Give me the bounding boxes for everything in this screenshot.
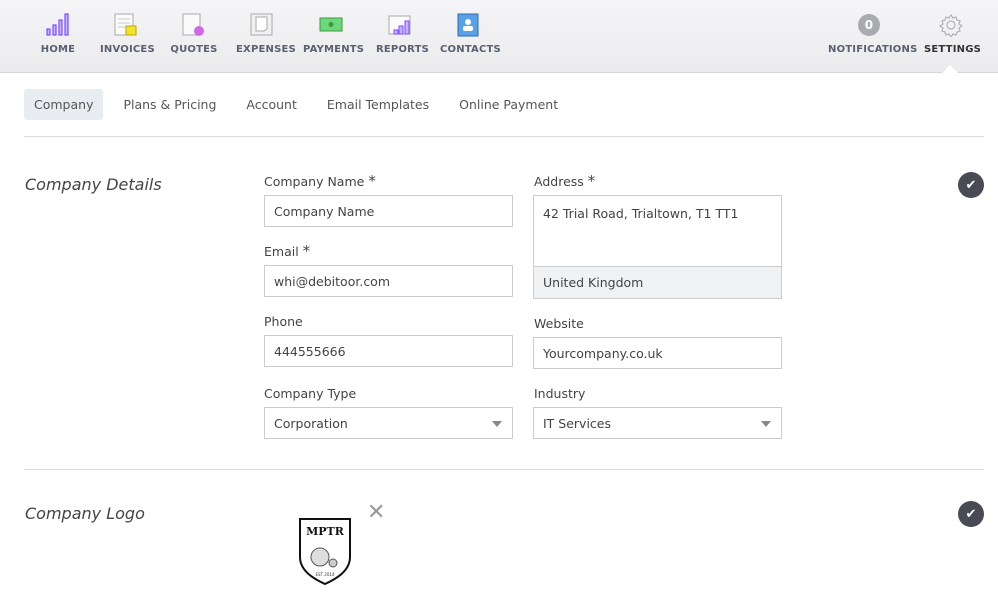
nav-payments[interactable]: PAYMENTS	[303, 12, 364, 55]
active-indicator	[942, 65, 958, 73]
payments-icon	[303, 12, 359, 38]
industry-label: Industry	[534, 386, 586, 401]
company-type-select[interactable]: Corporation	[264, 407, 513, 439]
nav-expenses[interactable]: EXPENSES	[236, 12, 296, 55]
tab-email-templates[interactable]: Email Templates	[317, 89, 439, 120]
selected-value: Corporation	[274, 415, 348, 431]
nav-reports[interactable]: REPORTS	[376, 12, 429, 55]
nav-label: EXPENSES	[236, 44, 296, 55]
nav-label: NOTIFICATIONS	[828, 44, 918, 55]
address-label: Address *	[534, 172, 596, 190]
email-input[interactable]: whi@debitoor.com	[264, 265, 513, 297]
selected-value: IT Services	[543, 415, 612, 431]
nav-label: PAYMENTS	[303, 44, 365, 55]
company-type-label: Company Type	[264, 386, 357, 401]
phone-input[interactable]: 444555666	[264, 335, 513, 367]
chevron-down-icon	[492, 421, 502, 427]
tab-plans-pricing[interactable]: Plans & Pricing	[113, 89, 226, 120]
phone-label: Phone	[264, 314, 303, 329]
save-check-button[interactable]: ✔	[958, 501, 984, 527]
chevron-down-icon	[761, 421, 771, 427]
company-name-input[interactable]: Company Name	[264, 195, 513, 227]
nav-label: CONTACTS	[440, 44, 501, 55]
svg-text:EST 2014: EST 2014	[316, 572, 335, 577]
gear-icon	[924, 12, 978, 38]
reports-icon	[376, 12, 424, 38]
country-field[interactable]: United Kingdom	[533, 266, 782, 299]
svg-text:MPTR: MPTR	[306, 525, 345, 538]
remove-logo-icon[interactable]: ✕	[367, 500, 385, 525]
nav-label: REPORTS	[376, 44, 430, 55]
nav-settings[interactable]: SETTINGS	[924, 12, 982, 55]
company-logo-image: MPTR EST 2014	[298, 517, 352, 586]
nav-invoices[interactable]: INVOICES	[100, 12, 155, 55]
contacts-icon	[440, 12, 496, 38]
nav-label: QUOTES	[170, 44, 218, 55]
nav-label: INVOICES	[100, 44, 155, 55]
address-textarea[interactable]: 42 Trial Road, Trialtown, T1 TT1	[533, 195, 782, 267]
home-chart-icon	[38, 12, 78, 38]
nav-home[interactable]: HOME	[38, 12, 78, 55]
divider	[24, 136, 984, 137]
divider	[24, 469, 984, 470]
tab-online-payment[interactable]: Online Payment	[449, 89, 568, 120]
website-input[interactable]: Yourcompany.co.uk	[533, 337, 782, 369]
industry-select[interactable]: IT Services	[533, 407, 782, 439]
settings-tabs: Company Plans & Pricing Account Email Te…	[24, 89, 578, 120]
nav-label: HOME	[40, 44, 76, 55]
section-title: Company Details	[25, 175, 162, 194]
expenses-icon	[236, 12, 288, 38]
top-nav: HOME INVOICES QUOTES EXPENSES PAYMENTS R…	[0, 0, 998, 73]
nav-notifications[interactable]: 0 NOTIFICATIONS	[828, 12, 917, 55]
tab-account[interactable]: Account	[236, 89, 306, 120]
nav-quotes[interactable]: QUOTES	[170, 12, 218, 55]
website-label: Website	[534, 316, 584, 331]
section-title: Company Logo	[25, 504, 145, 523]
nav-label: SETTINGS	[924, 44, 982, 55]
save-check-button[interactable]: ✔	[958, 172, 984, 198]
company-name-label: Company Name *	[264, 172, 376, 190]
notification-count-badge: 0	[858, 14, 880, 36]
quotes-icon	[170, 12, 218, 38]
email-label: Email *	[264, 242, 311, 260]
invoices-icon	[100, 12, 152, 38]
nav-contacts[interactable]: CONTACTS	[440, 12, 501, 55]
tab-company[interactable]: Company	[24, 89, 104, 120]
